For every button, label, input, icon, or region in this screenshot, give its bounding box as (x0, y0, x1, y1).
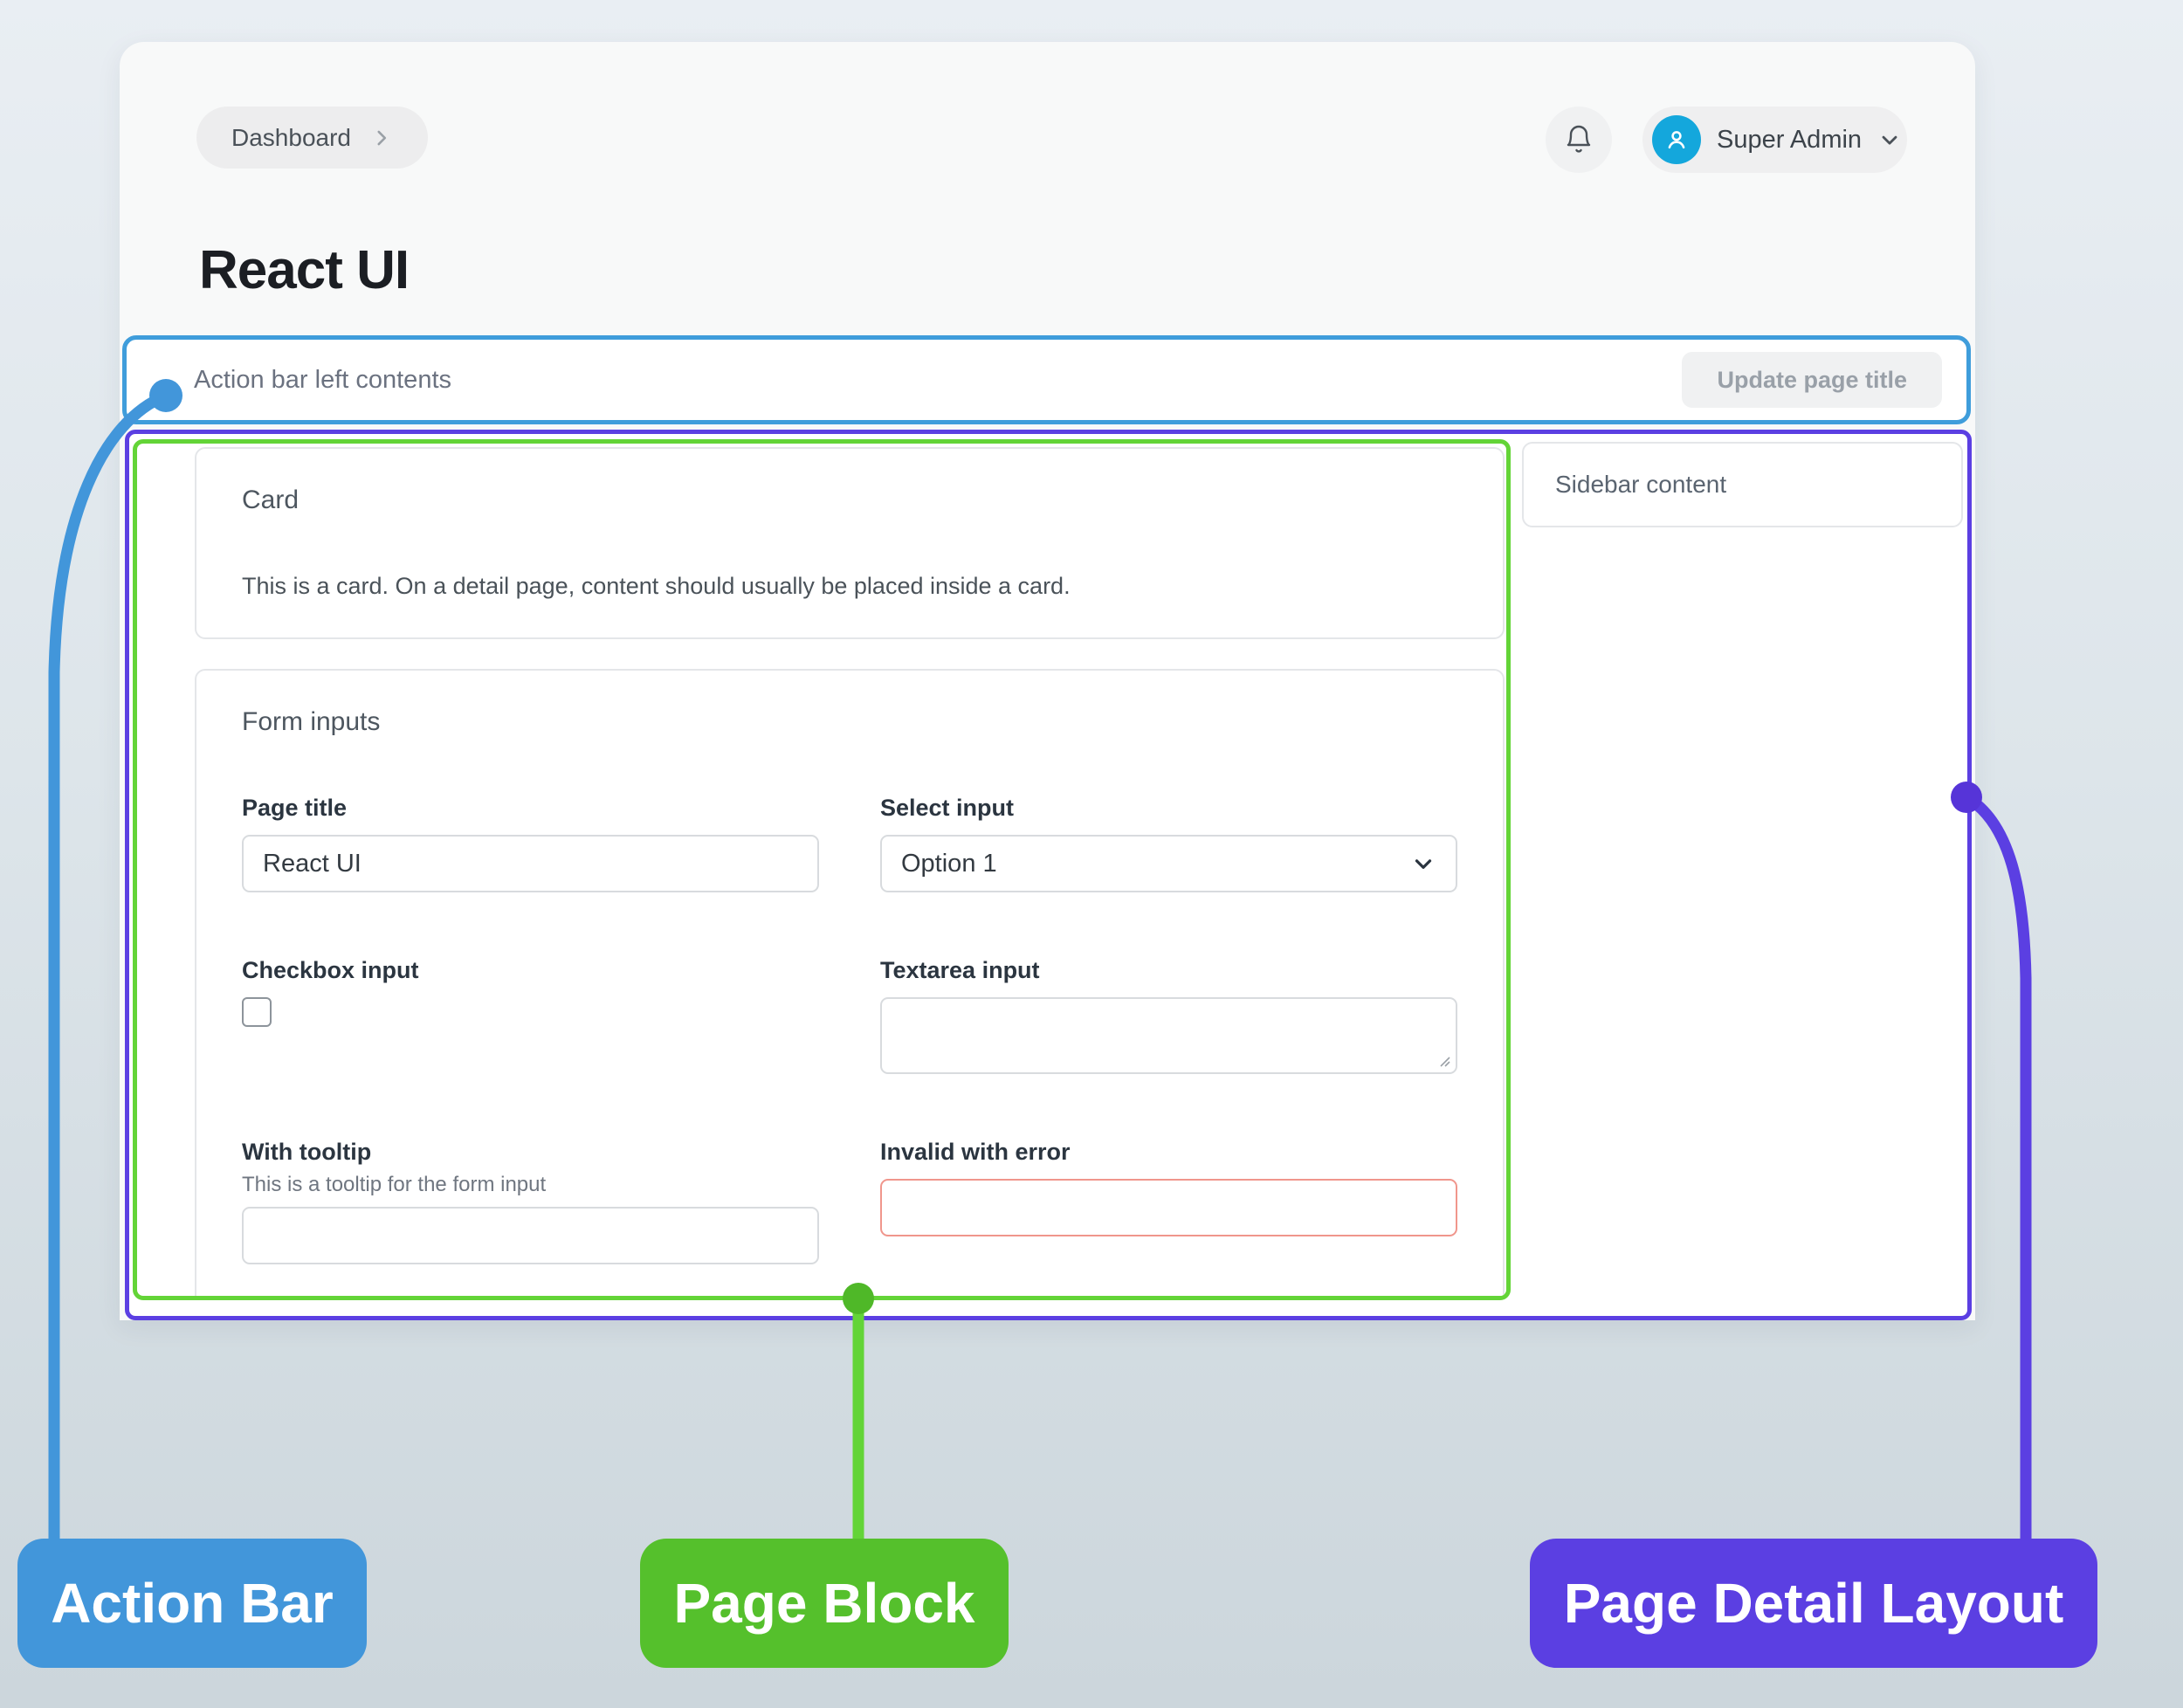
with-tooltip-input[interactable] (242, 1207, 819, 1264)
page-title-label: Page title (242, 793, 819, 823)
breadcrumb-item-dashboard[interactable]: Dashboard (231, 124, 351, 152)
textarea-input[interactable] (880, 997, 1457, 1074)
avatar (1652, 115, 1701, 164)
user-name: Super Admin (1717, 126, 1862, 155)
page-detail-connector-line (1966, 797, 2026, 1544)
checkbox-input[interactable] (242, 997, 272, 1027)
user-menu[interactable]: Super Admin (1642, 107, 1907, 173)
checkbox-input-label: Checkbox input (242, 955, 819, 985)
page-title: React UI (199, 239, 409, 301)
chevron-down-icon (1410, 851, 1436, 877)
page-block: Card This is a card. On a detail page, c… (133, 439, 1511, 1300)
sidebar-content-text: Sidebar content (1555, 471, 1726, 499)
update-page-title-button[interactable]: Update page title (1682, 352, 1942, 408)
select-input[interactable]: Option 1 (880, 835, 1457, 892)
action-bar: Action bar left contents Update page tit… (122, 335, 1971, 424)
chevron-down-icon (1877, 127, 1902, 152)
resize-handle-icon[interactable] (1436, 1052, 1451, 1068)
textarea-wrap (880, 997, 1457, 1074)
select-selected-value: Option 1 (901, 850, 1410, 878)
bell-icon (1563, 124, 1594, 155)
select-input-label: Select input (880, 793, 1457, 823)
form-grid: Page title Select input Option 1 Checkbo… (242, 793, 1457, 1264)
field-textarea: Textarea input (880, 955, 1457, 1074)
annotation-label-page-detail-layout: Page Detail Layout (1530, 1539, 2097, 1668)
with-tooltip-label: With tooltip (242, 1137, 819, 1167)
chevron-right-icon (370, 127, 393, 149)
invalid-with-error-label: Invalid with error (880, 1137, 1457, 1167)
tooltip-text: This is a tooltip for the form input (242, 1172, 819, 1198)
annotation-label-page-block: Page Block (640, 1539, 1009, 1668)
textarea-input-label: Textarea input (880, 955, 1457, 985)
field-page-title: Page title (242, 793, 819, 892)
breadcrumb[interactable]: Dashboard (196, 107, 428, 169)
card-title: Card (242, 486, 1457, 515)
field-select: Select input Option 1 (880, 793, 1457, 892)
sidebar-content-card: Sidebar content (1522, 442, 1963, 527)
annotation-label-action-bar: Action Bar (17, 1539, 367, 1668)
notifications-button[interactable] (1546, 107, 1612, 173)
invalid-input[interactable] (880, 1179, 1457, 1236)
screenshot-canvas: Dashboard Super Admin React UI Action ba… (0, 0, 2183, 1708)
field-with-tooltip: With tooltip This is a tooltip for the f… (242, 1137, 819, 1264)
card: Card This is a card. On a detail page, c… (195, 447, 1505, 639)
form-inputs-card: Form inputs Page title Select input Opti… (195, 669, 1505, 1300)
form-inputs-title: Form inputs (242, 707, 1457, 737)
action-bar-left-contents: Action bar left contents (194, 366, 1682, 395)
field-checkbox: Checkbox input (242, 955, 819, 1074)
page-title-input[interactable] (242, 835, 819, 892)
field-invalid: Invalid with error (880, 1137, 1457, 1264)
card-body-text: This is a card. On a detail page, conten… (242, 573, 1457, 600)
